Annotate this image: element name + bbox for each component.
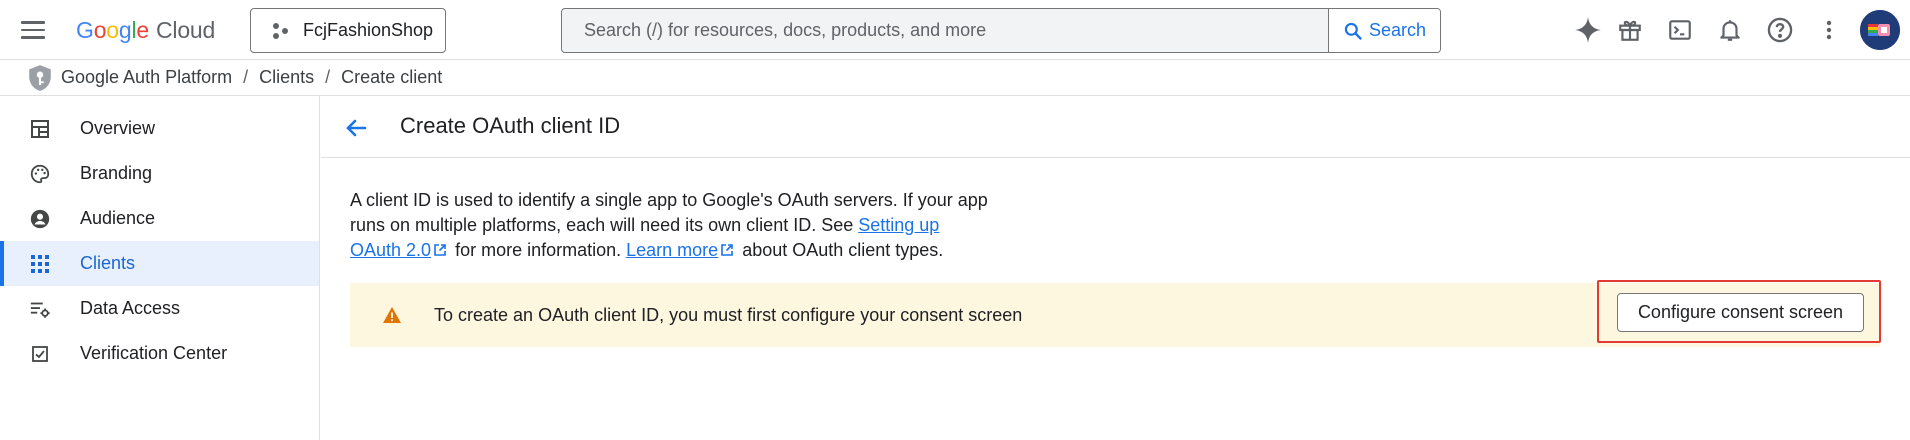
help-icon[interactable] — [1764, 14, 1796, 46]
search-button-label: Search — [1368, 20, 1427, 40]
hamburger-menu-icon[interactable] — [18, 15, 48, 45]
project-picker-button[interactable]: FcjFashionShop — [250, 8, 446, 53]
sidebar-item-label: Data Access — [80, 298, 181, 318]
search-input[interactable] — [562, 9, 1328, 52]
avatar[interactable] — [1860, 10, 1900, 50]
breadcrumb-item-create-client: Create client — [341, 67, 443, 87]
page-title: Create OAuth client ID — [400, 113, 621, 138]
sidebar-item-label: Overview — [80, 118, 156, 138]
logo-letter: o — [106, 16, 119, 43]
sidebar-item-branding[interactable]: Branding — [0, 151, 319, 196]
search-button[interactable]: Search — [1328, 9, 1440, 52]
notifications-bell-icon[interactable] — [1714, 14, 1746, 46]
apps-grid-icon — [28, 252, 52, 276]
external-link-icon — [721, 244, 733, 256]
breadcrumb-separator: / — [325, 67, 331, 87]
sidebar-nav: Overview Branding Audience Clients Data … — [0, 96, 320, 440]
description-text: for more information. — [450, 240, 627, 260]
cloud-shell-icon[interactable] — [1664, 14, 1696, 46]
sidebar-item-label: Verification Center — [80, 343, 228, 363]
sidebar-item-audience[interactable]: Audience — [0, 196, 319, 241]
logo-product-name: Cloud — [156, 16, 216, 43]
project-name: FcjFashionShop — [303, 20, 434, 40]
learn-more-link[interactable]: Learn more — [626, 240, 718, 260]
breadcrumb-item-clients[interactable]: Clients — [259, 67, 314, 88]
logo-letter: e — [136, 16, 149, 43]
gemini-sparkle-icon[interactable] — [1572, 14, 1604, 46]
search-icon — [1344, 22, 1362, 40]
data-access-icon — [28, 297, 52, 321]
sidebar-item-data-access[interactable]: Data Access — [0, 286, 319, 331]
sidebar-item-label: Clients — [80, 253, 136, 273]
sidebar-item-clients[interactable]: Clients — [0, 241, 319, 286]
search-bar: Search — [561, 8, 1441, 53]
warning-text: To create an OAuth client ID, you must f… — [434, 305, 1023, 325]
back-arrow-icon[interactable] — [341, 113, 371, 143]
external-link-icon — [434, 244, 446, 256]
sidebar-item-label: Branding — [80, 163, 153, 183]
sidebar-item-overview[interactable]: Overview — [0, 106, 319, 151]
warning-icon — [383, 307, 401, 323]
palette-icon — [28, 162, 52, 186]
page-header: Create OAuth client ID — [321, 96, 1910, 158]
sidebar-item-verification-center[interactable]: Verification Center — [0, 331, 319, 376]
dashboard-icon — [28, 117, 52, 141]
configure-consent-screen-button[interactable]: Configure consent screen — [1617, 293, 1864, 332]
breadcrumb-separator: / — [243, 67, 249, 87]
verified-checkbox-icon — [28, 342, 52, 366]
page-description: A client ID is used to identify a single… — [350, 188, 990, 263]
account-circle-icon — [28, 207, 52, 231]
breadcrumb-item-google-auth-platform[interactable]: Google Auth Platform — [61, 67, 232, 88]
project-dots-icon — [273, 22, 288, 39]
logo-letter: o — [93, 16, 107, 43]
breadcrumb: Google Auth Platform / Clients / Create … — [0, 60, 1910, 96]
gift-icon[interactable] — [1614, 14, 1646, 46]
sidebar-item-label: Audience — [80, 208, 156, 228]
description-text: about OAuth client types. — [737, 240, 944, 260]
logo-letter: G — [76, 16, 94, 43]
top-app-bar: Go o g l e Cloud FcjFashionShop Search — [0, 0, 1910, 60]
shield-key-icon — [29, 64, 51, 91]
more-vert-icon[interactable] — [1813, 14, 1845, 46]
google-cloud-logo[interactable]: Go o g l e Cloud — [76, 13, 215, 47]
logo-letter: g — [118, 16, 132, 43]
